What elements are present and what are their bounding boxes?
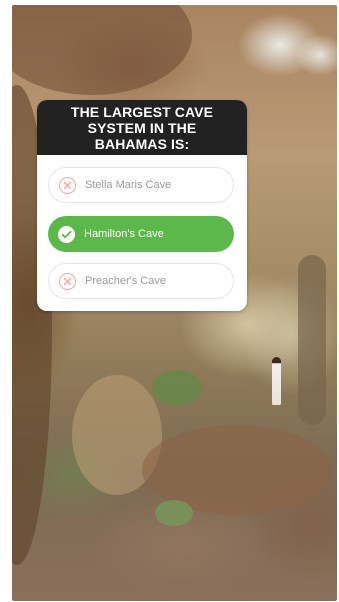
- person-figure: [272, 357, 281, 405]
- answer-label: Stella Maris Cave: [85, 178, 172, 191]
- cave-plant: [155, 500, 193, 526]
- quiz-card: THE LARGEST CAVE SYSTEM IN THE BAHAMAS I…: [37, 100, 247, 311]
- quiz-header: THE LARGEST CAVE SYSTEM IN THE BAHAMAS I…: [37, 100, 247, 155]
- quiz-question: THE LARGEST CAVE SYSTEM IN THE BAHAMAS I…: [70, 103, 214, 152]
- answer-option-stella-maris[interactable]: Stella Maris Cave: [48, 167, 234, 203]
- check-circle-icon: [58, 225, 75, 243]
- answer-label: Preacher's Cave: [85, 274, 166, 287]
- cave-moss: [152, 370, 202, 405]
- x-circle-icon: [59, 272, 76, 290]
- answer-option-preachers[interactable]: Preacher's Cave: [48, 263, 234, 299]
- x-circle-icon: [59, 176, 76, 194]
- answer-option-hamiltons[interactable]: Hamilton's Cave: [48, 216, 234, 252]
- answer-label: Hamilton's Cave: [84, 227, 164, 240]
- cave-ceiling-rock: [12, 5, 192, 95]
- cave-right-pillar: [298, 255, 326, 425]
